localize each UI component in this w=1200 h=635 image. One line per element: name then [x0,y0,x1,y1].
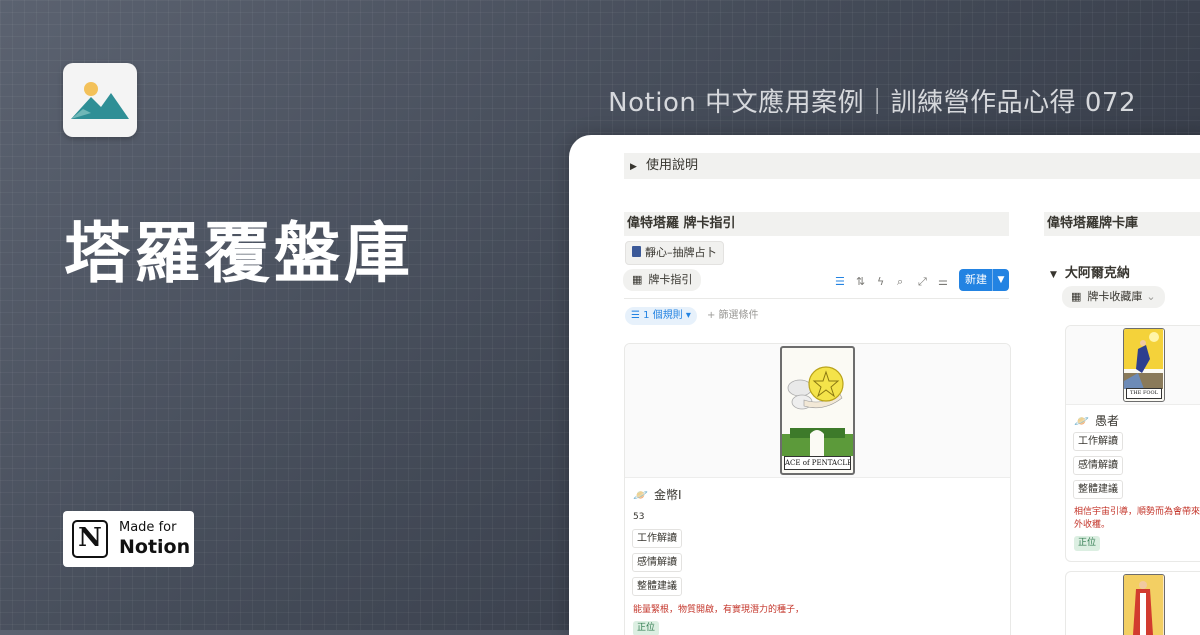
gallery-icon: ▦ [1071,290,1082,303]
add-filter-button[interactable]: + 篩選條件 [707,307,759,325]
settings-icon[interactable]: ⚌ [938,275,948,288]
main-title: 塔羅覆盤庫 [64,215,414,292]
new-button[interactable]: 新建 ▼ [959,269,1009,291]
search-icon[interactable]: ⌕ [897,275,903,289]
group-major-arcana[interactable]: ▼ 大阿爾克納 [1050,262,1130,281]
linked-page-chip[interactable]: 靜心–抽牌占卜 [625,241,724,265]
view-tab-label: 牌卡收藏庫 [1087,290,1143,303]
tarot-card-next[interactable] [1065,571,1200,635]
card-description: 能量緊根，物質開啟，有實現潛力的種子， [633,605,805,615]
badge-line-1: Made for [119,520,177,535]
filter-small-icon: ☰ [631,310,644,321]
tag-love: 感情解讀 [1073,456,1123,475]
chevron-down-icon: ▾ [682,310,691,321]
usage-toggle[interactable]: ▶ 使用說明 [624,153,1200,179]
app-logo [63,63,137,137]
chevron-down-icon: ⌄ [1146,290,1156,303]
toggle-down-icon[interactable]: ▼ [1050,270,1057,280]
position-tag: 正位 [1074,536,1101,551]
view-tab-card-guide[interactable]: ▦ 牌卡指引 [623,269,702,291]
filter-icon[interactable]: ☰ [835,275,845,288]
card-cover: ACE of PENTACLES [625,344,1010,478]
the-fool-image: THE FOOL [1123,328,1165,402]
card-description-line-2: 外收穫。 [1074,520,1111,530]
chevron-down-icon[interactable]: ▼ [992,269,1009,291]
usage-toggle-label: 使用說明 [646,158,699,173]
tarot-card-ace-of-pentacles[interactable]: ACE of PENTACLES 🪐 金幣I 53 工作解讀 感情解讀 整體建議 … [624,343,1011,635]
card-number: 53 [633,512,645,522]
filter-rule-label: 1 個規則 [643,310,683,321]
card-title-text: 愚者 [1094,414,1119,428]
gallery-icon: ▦ [632,273,643,286]
notion-screenshot-panel: ▶ 使用說明 偉特塔羅 牌卡指引 靜心–抽牌占卜 ▦ 牌卡指引 ☰ ⇅ ϟ ⌕ ⤢ … [569,135,1200,635]
left-section-heading: 偉特塔羅 牌卡指引 [624,212,1009,236]
made-for-notion-badge: N Made for Notion [63,511,194,567]
planet-icon: 🪐 [633,488,648,502]
group-label: 大阿爾克納 [1064,266,1130,281]
view-tab-label: 牌卡指引 [648,273,693,286]
card-description-line-1: 相信宇宙引導，順勢而為會帶來 [1074,507,1200,517]
toolbar-divider [624,298,1009,299]
tag-love: 感情解讀 [632,553,682,572]
card-caption: ACE of PENTACLES [784,456,851,470]
tag-overall: 整體建議 [632,577,682,596]
filter-rule-pill[interactable]: ☰ 1 個規則 ▾ [625,307,697,325]
magician-illustration-icon [1124,575,1163,635]
toggle-triangle-icon[interactable]: ▶ [630,154,646,180]
linked-page-label: 靜心–抽牌占卜 [645,246,717,259]
new-button-label: 新建 [965,273,987,286]
card-title: 🪐 愚者 [1074,412,1119,429]
sort-icon[interactable]: ⇅ [856,275,865,288]
card-caption: THE FOOL [1126,388,1162,399]
planet-icon: 🪐 [1074,414,1089,428]
badge-line-2: Notion [119,536,191,558]
card-title-text: 金幣I [653,488,682,502]
ace-of-pentacles-image: ACE of PENTACLES [780,346,855,475]
headline: Notion 中文應用案例｜訓練營作品心得 072 [608,88,1136,118]
tag-overall: 整體建議 [1073,480,1123,499]
position-tag: 正位 [633,621,660,635]
card-cover: THE FOOL [1066,326,1200,405]
card-title: 🪐 金幣I [633,486,682,503]
notion-logo-icon: N [72,520,108,558]
mountain-image-icon [71,82,129,119]
tarot-card-the-fool[interactable]: THE FOOL 🪐 愚者 工作解讀 感情解讀 整體建議 相信宇宙引導，順勢而為會… [1065,325,1200,562]
view-tab-card-collection[interactable]: ▦ 牌卡收藏庫 ⌄ [1062,286,1165,308]
tag-work: 工作解讀 [632,529,682,548]
tag-work: 工作解讀 [1073,432,1123,451]
automation-icon[interactable]: ϟ [877,275,884,288]
next-card-image [1123,574,1165,635]
right-section-heading: 偉特塔羅牌卡庫 [1044,212,1200,236]
expand-icon[interactable]: ⤢ [918,275,927,289]
page-icon [632,246,641,257]
pentacle-illustration-icon [782,366,853,456]
